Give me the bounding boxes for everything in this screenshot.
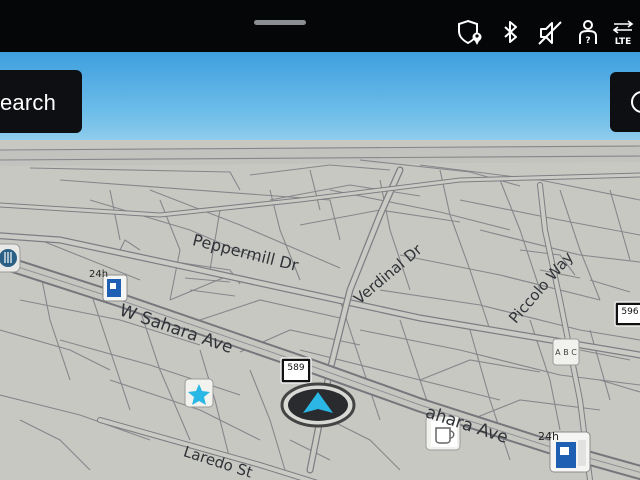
favorite-star-poi-icon[interactable]: [184, 378, 214, 408]
drag-handle[interactable]: [254, 20, 306, 25]
location-privacy-icon[interactable]: [456, 18, 486, 48]
open-24h-label-right: 24h: [538, 430, 559, 443]
map-options-button[interactable]: [610, 72, 640, 132]
restaurant-poi-icon[interactable]: [0, 243, 21, 273]
map-options-icon: [631, 91, 640, 113]
open-24h-label-left: 24h: [89, 269, 109, 280]
map-canvas[interactable]: 589 596 A B C: [0, 52, 640, 480]
school-poi-icon[interactable]: A B C: [552, 338, 580, 366]
route-589-label: 589: [287, 363, 304, 373]
speaker-muted-icon[interactable]: [535, 18, 565, 48]
route-589-shield: 589: [280, 357, 312, 384]
route-596-label: 596: [621, 307, 638, 317]
search-button-label: earch: [0, 90, 57, 115]
status-bar: ? LTE: [0, 0, 640, 52]
school-poi-label: A B C: [555, 348, 577, 357]
svg-text:?: ?: [585, 36, 590, 46]
map-view[interactable]: 589 596 A B C Peppermill Dr Verdinal Dr …: [0, 52, 640, 480]
search-button[interactable]: earch: [0, 70, 82, 133]
bluetooth-icon[interactable]: [496, 18, 526, 48]
lte-label: LTE: [615, 37, 632, 47]
vehicle-position-marker: [280, 382, 356, 428]
person-help-icon[interactable]: ?: [573, 18, 603, 48]
route-596-shield: 596: [614, 301, 640, 327]
lte-signal-icon: LTE: [612, 20, 634, 47]
